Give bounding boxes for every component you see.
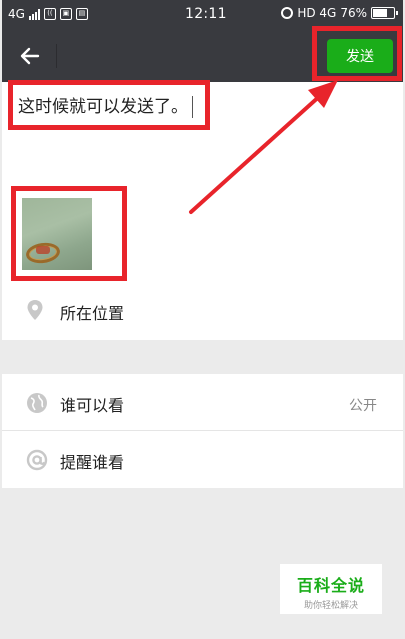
mention-label: 提醒谁看 <box>60 453 125 472</box>
ring-gem-image <box>36 246 50 254</box>
network-type-left: 4G <box>8 7 25 21</box>
mention-row[interactable]: 提醒谁看 <box>2 431 403 488</box>
location-label: 所在位置 <box>60 304 125 323</box>
watermark-title: 百科全说 <box>296 576 365 595</box>
network-type-right: HD 4G <box>297 6 337 20</box>
back-arrow-icon[interactable] <box>16 42 44 70</box>
post-text-input[interactable]: 这时候就可以发送了。 <box>18 92 193 118</box>
app-bar: 发送 <box>2 30 403 82</box>
signal-icon <box>28 8 40 20</box>
clock: 12:11 <box>185 6 227 22</box>
at-sign-icon <box>26 449 48 471</box>
alarm-icon <box>281 7 294 19</box>
watermark-logo: 百科全说 助你轻松解决 <box>280 564 382 614</box>
screen: 4G (( ▣ ▤ 12:11 HD 4G 76% 发送 这时候就可以发送了。 <box>2 0 403 639</box>
notification-icon: ▣ <box>59 8 72 20</box>
toolbar-divider <box>56 44 57 68</box>
status-bar: 4G (( ▣ ▤ 12:11 HD 4G 76% <box>2 0 403 30</box>
watermark-subtitle: 助你轻松解决 <box>303 601 358 611</box>
post-text: 这时候就可以发送了。 <box>18 97 188 117</box>
location-row[interactable]: 所在位置 <box>2 292 403 332</box>
globe-icon <box>27 393 47 413</box>
status-right: HD 4G 76% <box>281 6 398 20</box>
text-caret <box>192 96 193 118</box>
attached-photo-thumbnail[interactable] <box>22 198 92 270</box>
status-left: 4G (( ▣ ▤ <box>8 7 88 21</box>
visibility-value: 公开 <box>349 398 377 414</box>
visibility-label: 谁可以看 <box>60 396 125 415</box>
visibility-row[interactable]: 谁可以看 公开 <box>2 374 403 431</box>
battery-fill <box>373 9 388 17</box>
privacy-settings-card: 谁可以看 公开 提醒谁看 <box>2 374 403 488</box>
location-pin-icon <box>27 300 43 320</box>
compose-card: 这时候就可以发送了。 所在位置 <box>2 82 403 340</box>
battery-icon <box>371 7 398 19</box>
notification-icon: ▤ <box>75 8 88 20</box>
battery-percent: 76% <box>340 6 367 20</box>
wifi-calling-icon: (( <box>43 8 56 20</box>
send-button[interactable]: 发送 <box>327 39 393 73</box>
